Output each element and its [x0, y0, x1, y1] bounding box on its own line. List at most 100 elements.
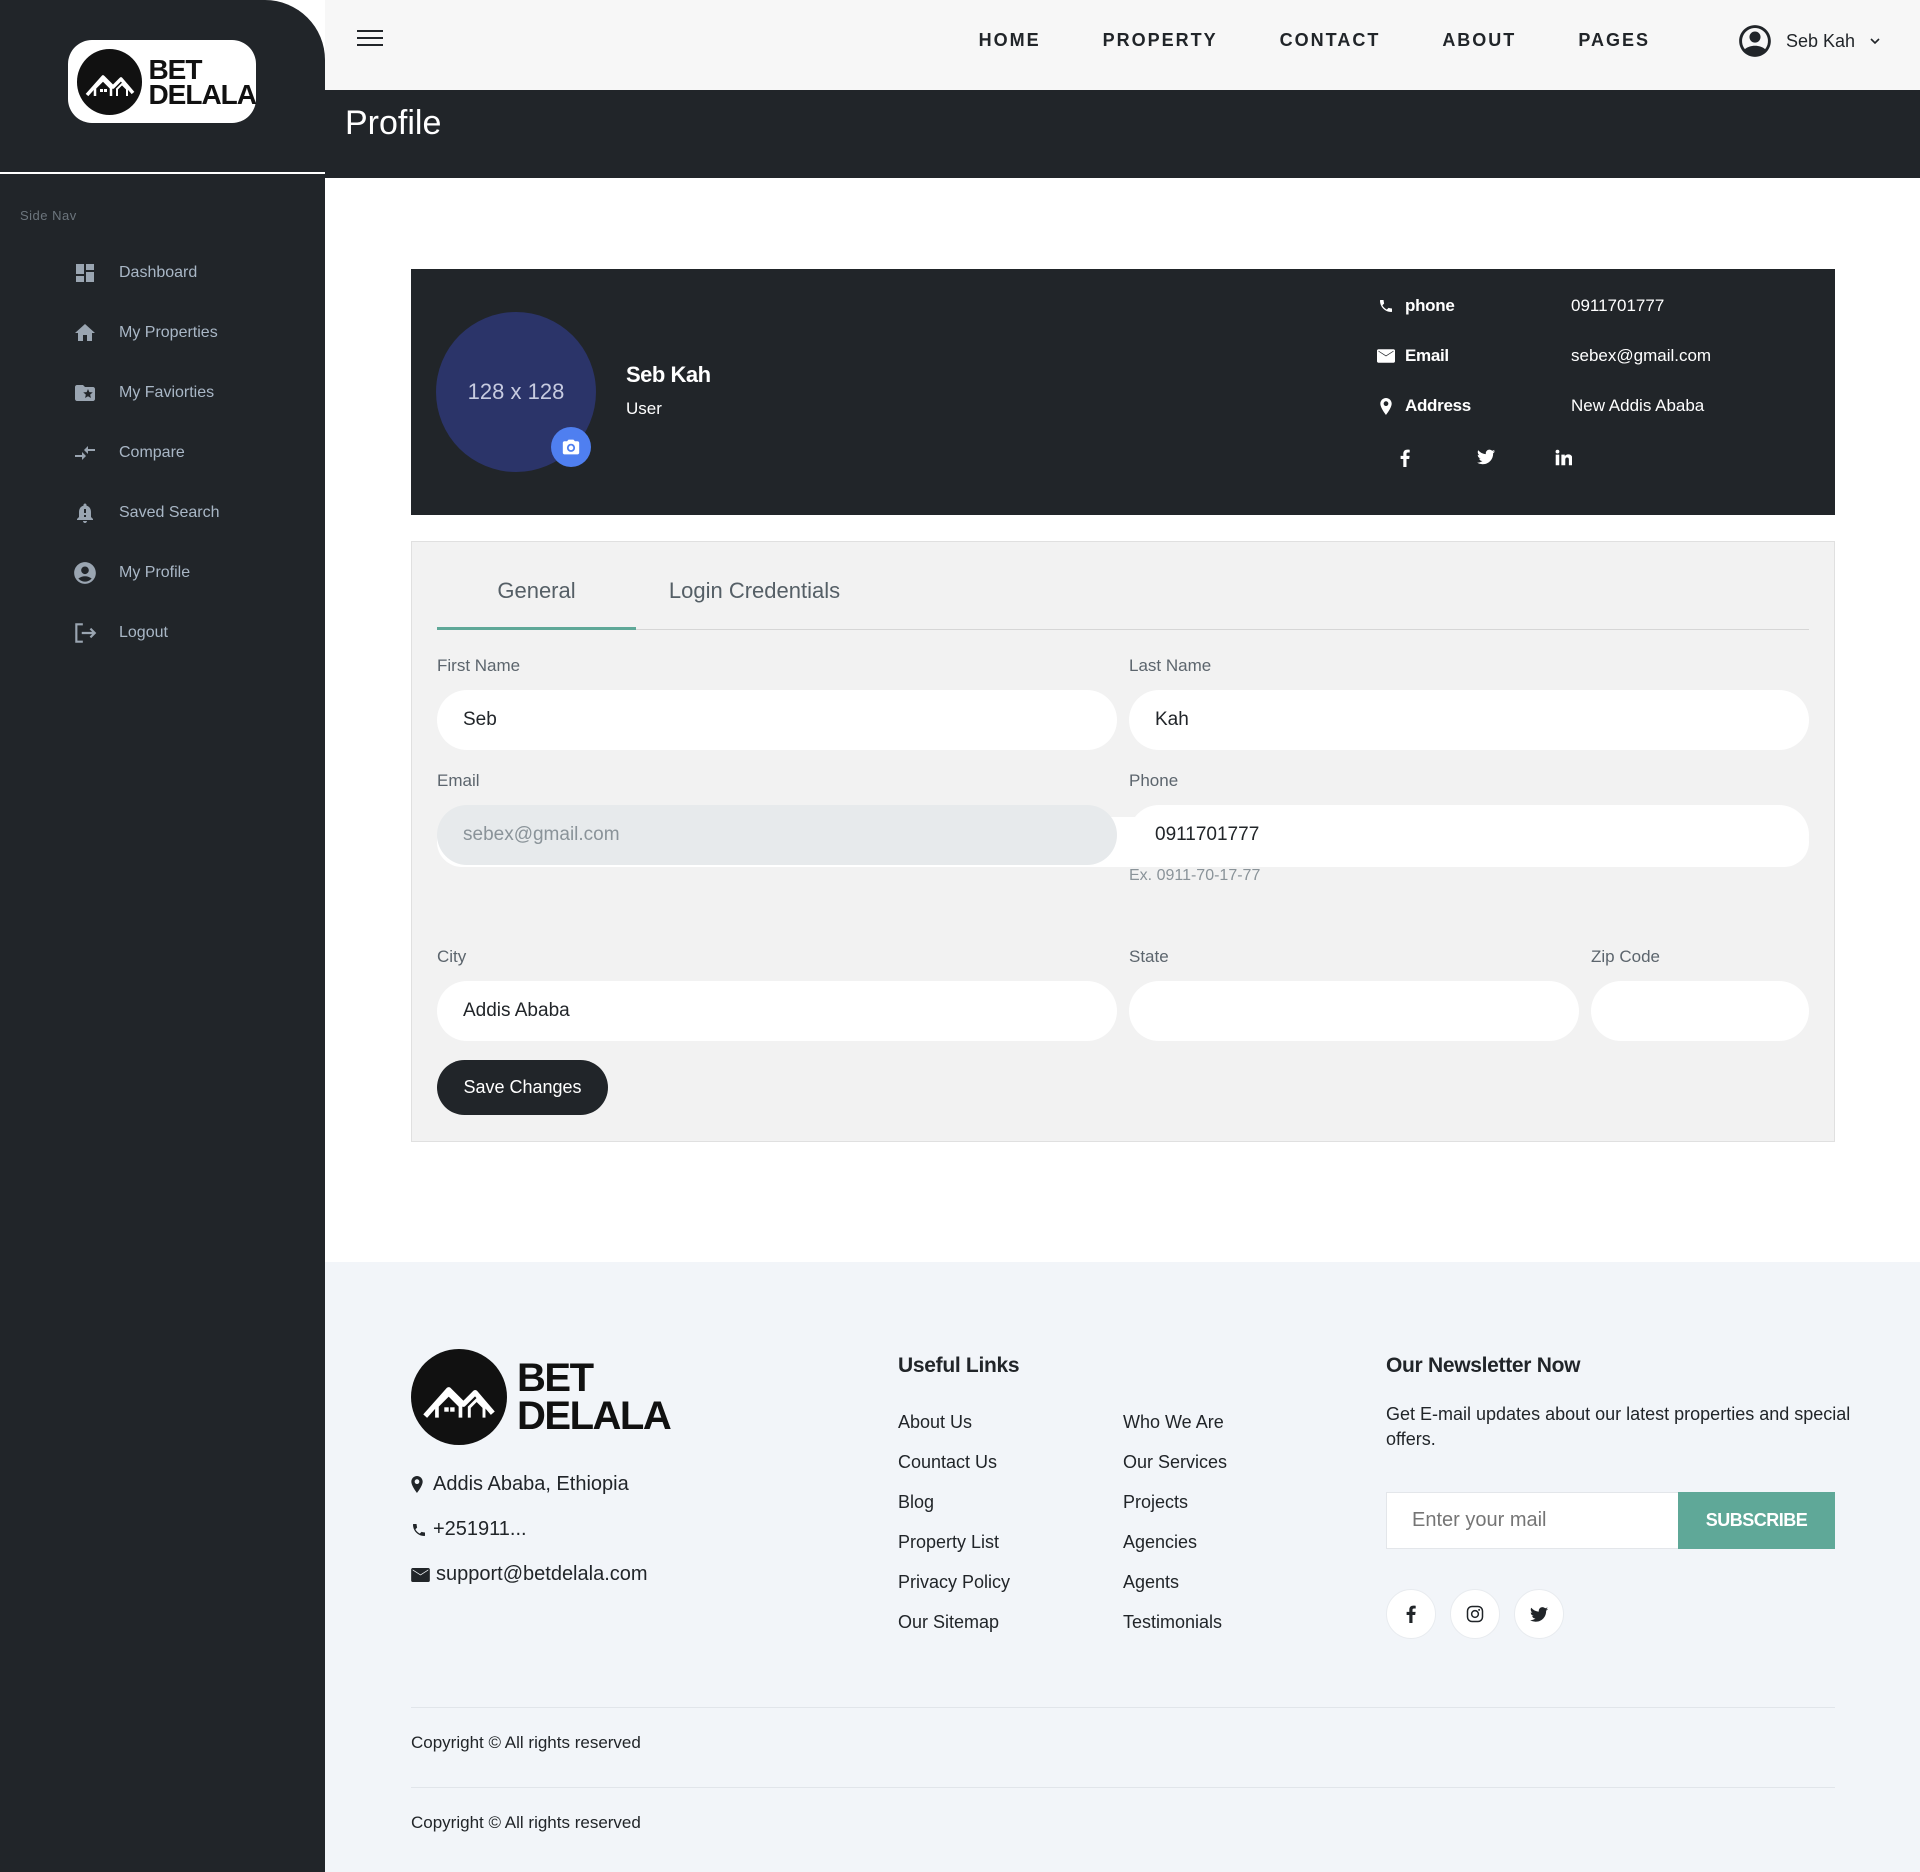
footer-link-testimonials[interactable]: Testimonials [1123, 1612, 1222, 1633]
footer-link-about-us[interactable]: About Us [898, 1412, 972, 1433]
user-avatar-icon [1739, 25, 1771, 57]
page-title: Profile [345, 104, 442, 142]
zip-code-input[interactable] [1591, 981, 1809, 1041]
newsletter-email-input[interactable] [1386, 1492, 1679, 1549]
useful-links-heading: Useful Links [898, 1354, 1020, 1377]
footer-link-blog[interactable]: Blog [898, 1492, 934, 1513]
camera-icon [562, 439, 580, 455]
sidebar-item-compare[interactable]: Compare [0, 423, 325, 483]
tab-label: General [497, 578, 576, 603]
footer-link-who-we-are[interactable]: Who We Are [1123, 1412, 1224, 1433]
facebook-icon[interactable] [1399, 449, 1477, 467]
footer-link-contact-us[interactable]: Countact Us [898, 1452, 997, 1473]
tab-label: Login Credentials [668, 578, 841, 603]
last-name-label: Last Name [1129, 656, 1212, 675]
profile-role: User [626, 399, 662, 418]
footer-instagram-icon[interactable] [1450, 1589, 1500, 1639]
contact-value: 0911701777 [1571, 296, 1665, 315]
main-nav: HOME PROPERTY CONTACT ABOUT PAGES [917, 0, 1650, 80]
sidenav-title: Side Nav [20, 208, 77, 223]
footer-divider [411, 1707, 1835, 1708]
account-circle-icon [72, 560, 98, 586]
top-navbar: HOME PROPERTY CONTACT ABOUT PAGES Seb Ka… [325, 0, 1920, 90]
sidebar-item-label: My Profile [119, 564, 191, 581]
footer-link-privacy-policy[interactable]: Privacy Policy [898, 1572, 1010, 1593]
contact-key: Email [1405, 346, 1449, 365]
first-name-input[interactable] [437, 690, 1117, 750]
brand-line-1: BET [517, 1356, 594, 1400]
footer-link-agencies[interactable]: Agencies [1123, 1532, 1197, 1553]
sidebar-item-label: Logout [119, 624, 168, 641]
footer-email-text: support@betdelala.com [436, 1563, 648, 1585]
chevron-down-icon [1870, 38, 1880, 45]
footer-brand-logo[interactable]: BET DELALA [411, 1349, 672, 1445]
profile-social-links [1399, 449, 1633, 467]
phone-label: Phone [1129, 771, 1179, 790]
sidebar-item-label: Saved Search [119, 504, 220, 521]
zip-code-label: Zip Code [1591, 947, 1660, 966]
twitter-icon[interactable] [1477, 449, 1555, 467]
sidebar-item-my-profile[interactable]: My Profile [0, 543, 325, 603]
state-label: State [1129, 947, 1169, 966]
sidebar-item-my-properties[interactable]: My Properties [0, 303, 325, 363]
contact-phone-row: phone 0911701777 [1375, 291, 1664, 321]
brand-name: BET DELALA [148, 53, 257, 108]
state-input[interactable] [1129, 981, 1579, 1041]
form-tabs: General Login Credentials [437, 578, 1809, 630]
subscribe-button[interactable]: SUBSCRIBE [1678, 1492, 1835, 1549]
contact-address-row: Address New Addis Ababa [1375, 391, 1704, 421]
side-nav: Dashboard My Properties My Faviorties Co… [0, 243, 325, 663]
footer-facebook-icon[interactable] [1386, 1589, 1436, 1639]
email-label: Email [437, 771, 480, 790]
footer-link-agents[interactable]: Agents [1123, 1572, 1179, 1593]
house-logo-icon [77, 48, 143, 115]
bell-icon [72, 500, 98, 526]
hamburger-menu-icon[interactable] [357, 30, 383, 50]
nav-link-property[interactable]: PROPERTY [1103, 30, 1218, 51]
city-input[interactable] [437, 981, 1117, 1041]
envelope-icon [1375, 349, 1397, 363]
compare-arrows-icon [72, 440, 98, 466]
map-pin-icon [1375, 397, 1397, 415]
user-menu[interactable]: Seb Kah [1736, 22, 1881, 60]
tab-login-credentials[interactable]: Login Credentials [636, 578, 873, 630]
change-photo-button[interactable] [551, 427, 591, 467]
nav-link-pages[interactable]: PAGES [1578, 30, 1650, 51]
tab-general[interactable]: General [437, 578, 636, 630]
nav-link-about[interactable]: ABOUT [1442, 30, 1516, 51]
brand-line-1: BET [148, 53, 202, 85]
brand-logo[interactable]: BET DELALA [68, 40, 257, 123]
user-name: Seb Kah [1786, 30, 1856, 51]
footer-link-projects[interactable]: Projects [1123, 1492, 1188, 1513]
footer-address: Addis Ababa, Ethiopia [411, 1473, 629, 1496]
contact-value: sebex@gmail.com [1571, 346, 1712, 365]
logout-icon [72, 620, 98, 646]
sidebar-item-label: My Faviorties [119, 384, 215, 401]
footer-divider [411, 1787, 1835, 1788]
footer-twitter-icon[interactable] [1514, 1589, 1564, 1639]
page-header: Profile [325, 90, 1920, 178]
newsletter-text: Get E-mail updates about our latest prop… [1386, 1404, 1851, 1449]
nav-link-home[interactable]: HOME [979, 30, 1041, 51]
envelope-icon [411, 1567, 432, 1582]
sidebar-item-my-favorites[interactable]: My Faviorties [0, 363, 325, 423]
sidebar-item-logout[interactable]: Logout [0, 603, 325, 663]
footer-link-our-services[interactable]: Our Services [1123, 1452, 1227, 1473]
phone-input[interactable] [1129, 805, 1809, 865]
footer-link-sitemap[interactable]: Our Sitemap [898, 1612, 999, 1633]
avatar-placeholder-text: 128 x 128 [467, 379, 565, 404]
brand-line-2: DELALA [517, 1394, 672, 1438]
dashboard-icon [72, 260, 98, 286]
footer-link-property-list[interactable]: Property List [898, 1532, 999, 1553]
phone-hint: Ex. 0911-70-17-77 [1129, 867, 1261, 884]
home-icon [72, 320, 98, 346]
nav-link-contact[interactable]: CONTACT [1280, 30, 1381, 51]
save-changes-button[interactable]: Save Changes [437, 1060, 608, 1115]
sidebar-item-label: Dashboard [119, 264, 198, 281]
profile-name: Seb Kah [626, 362, 711, 387]
copyright-text: Copyright © All rights reserved [411, 1813, 641, 1832]
last-name-input[interactable] [1129, 690, 1809, 750]
sidebar-item-saved-search[interactable]: Saved Search [0, 483, 325, 543]
sidebar-item-dashboard[interactable]: Dashboard [0, 243, 325, 303]
linkedin-icon[interactable] [1555, 449, 1633, 467]
